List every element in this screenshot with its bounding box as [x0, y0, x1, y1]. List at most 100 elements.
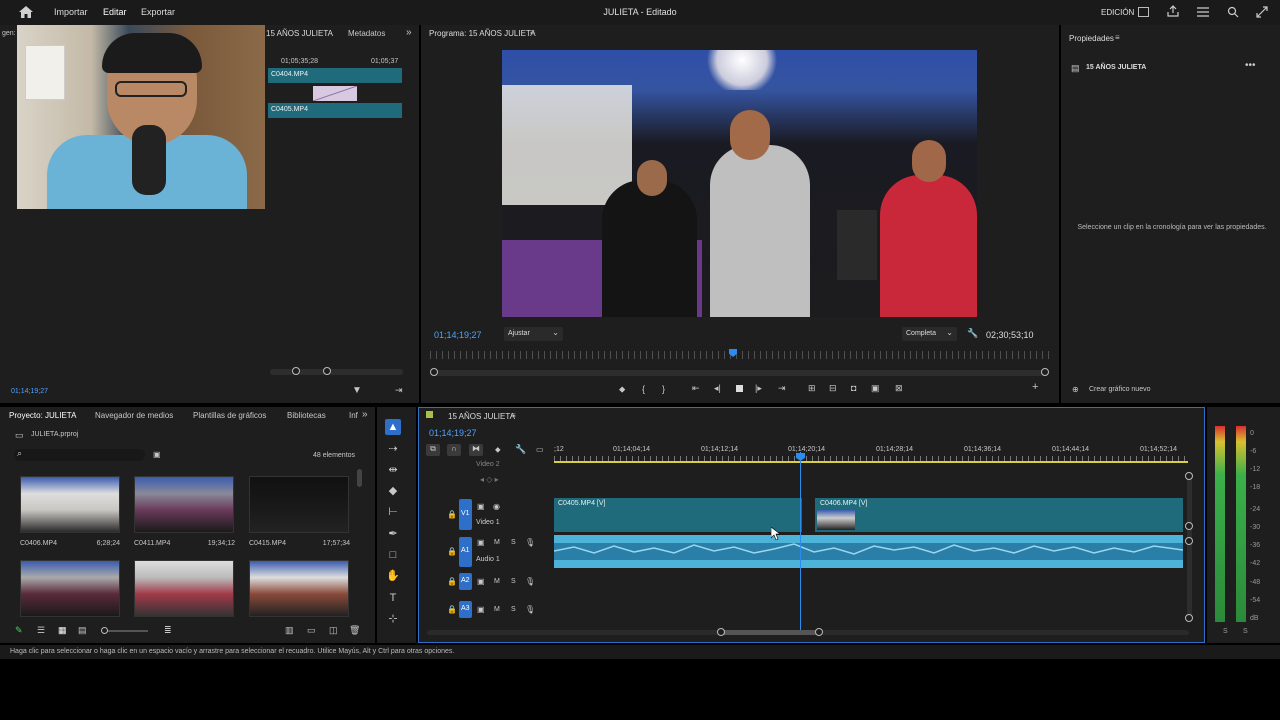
track-scrollbar[interactable] — [1185, 472, 1193, 622]
sync-icon[interactable]: ▣ — [477, 605, 485, 614]
solo-button[interactable]: S — [511, 539, 516, 546]
properties-menu-icon[interactable]: ≡ — [1115, 33, 1120, 42]
step-back-icon[interactable]: ◂| — [714, 383, 721, 394]
mute-button[interactable]: M — [494, 606, 500, 613]
icon-view-icon[interactable]: ▦ — [58, 625, 67, 636]
menu-editar[interactable]: Editar — [103, 7, 127, 17]
src-zoom-bar[interactable] — [270, 367, 403, 375]
timeline-menu-icon[interactable]: ≡ — [511, 411, 516, 420]
go-to-out-icon[interactable]: ⇥ — [778, 383, 786, 394]
mute-button[interactable]: M — [494, 539, 500, 546]
slip-tool-icon[interactable]: ⊢ — [385, 504, 401, 520]
tab-templates[interactable]: Plantillas de gráficos — [193, 411, 266, 420]
tab-libraries[interactable]: Bibliotecas — [287, 411, 326, 420]
share-icon[interactable] — [1167, 5, 1179, 17]
filter-icon[interactable]: ▼ — [352, 385, 362, 396]
mark-in-icon[interactable]: { — [642, 384, 645, 394]
sync-icon[interactable]: ▣ — [477, 577, 485, 586]
sync-icon[interactable]: ▣ — [477, 538, 485, 547]
new-bin-icon[interactable]: ▭ — [307, 625, 316, 636]
track-select-tool-icon[interactable]: ⇢ — [385, 441, 401, 457]
camera-icon[interactable]: ◘ — [851, 383, 856, 393]
stop-icon[interactable] — [736, 385, 743, 392]
program-ruler[interactable] — [430, 351, 1050, 359]
automate-icon[interactable]: ▥ — [285, 625, 294, 636]
lock-icon[interactable]: 🔒 — [447, 510, 457, 519]
src-clip-2[interactable]: C0405.MP4 — [268, 103, 402, 118]
list-view-icon[interactable]: ☰ — [37, 625, 45, 636]
more-icon[interactable]: ••• — [1245, 60, 1256, 71]
settings-wrench-icon[interactable]: 🔧 — [515, 444, 526, 455]
work-area-bar[interactable] — [554, 461, 1188, 463]
thumb-size-slider[interactable] — [101, 627, 148, 634]
clip-v1-b[interactable]: C0406.MP4 [V] — [815, 498, 1183, 532]
panel-icon[interactable] — [1138, 7, 1149, 17]
src-clip-1[interactable]: C0404.MP4 — [268, 68, 402, 83]
caption-tool-icon[interactable]: ⊹ — [385, 611, 401, 627]
track-v1-target[interactable]: V1 — [459, 499, 472, 530]
solo-button[interactable]: S — [511, 578, 516, 585]
eye-icon[interactable]: ◉ — [493, 502, 500, 511]
export-icon[interactable]: ⇥ — [395, 385, 403, 396]
type-tool-icon[interactable]: T — [385, 590, 401, 606]
add-marker-icon[interactable]: ⬥ — [495, 445, 501, 455]
mic-icon[interactable]: 🎙 — [525, 577, 535, 586]
audio-clip-a1[interactable] — [554, 535, 1183, 568]
timeline-zoom-bar[interactable] — [427, 628, 1189, 636]
quality-dropdown[interactable]: Completa ⌄ — [902, 327, 957, 341]
mic-icon[interactable]: 🎙 — [525, 605, 535, 614]
thumb-c0411[interactable] — [134, 476, 234, 533]
vr-icon[interactable]: ⊠ — [895, 383, 903, 394]
thumb-row2-3[interactable] — [249, 560, 349, 617]
linked-button[interactable]: ⧓ — [469, 444, 483, 456]
menu-importar[interactable]: Importar — [54, 7, 88, 17]
marker-icon[interactable]: ⬥ — [619, 384, 625, 395]
thumb-row2-2[interactable] — [134, 560, 234, 617]
lift-icon[interactable]: ⊞ — [808, 383, 816, 394]
track-a3-target[interactable]: A3 — [459, 601, 472, 618]
mark-out-icon[interactable]: } — [662, 384, 665, 394]
compare-icon[interactable]: ▣ — [871, 383, 880, 394]
extract-icon[interactable]: ⊟ — [829, 383, 837, 394]
film-icon[interactable]: ▣ — [477, 502, 485, 511]
tab-info[interactable]: Inf — [349, 411, 358, 420]
more-tabs-icon[interactable]: » — [406, 27, 412, 38]
src-transition[interactable] — [312, 85, 358, 102]
razor-tool-icon[interactable]: ◆ — [385, 483, 401, 499]
lock-icon[interactable]: 🔒 — [447, 577, 457, 586]
menu-icon[interactable] — [1197, 7, 1209, 17]
search-input[interactable]: ⌕ — [14, 448, 145, 461]
search-icon[interactable] — [1227, 6, 1239, 18]
new-item-icon[interactable]: ◫ — [329, 625, 338, 636]
clip-v1-a[interactable]: C0405.MP4 [V] — [554, 498, 802, 532]
mic-icon[interactable]: 🎙 — [525, 538, 535, 547]
solo-button[interactable]: S — [511, 606, 516, 613]
track-a1-target[interactable]: A1 — [459, 537, 472, 567]
tab-media-browser[interactable]: Navegador de medios — [95, 411, 173, 420]
sort-icon[interactable]: ≣ — [164, 625, 172, 636]
program-menu-icon[interactable]: ≡ — [530, 28, 535, 37]
menu-exportar[interactable]: Exportar — [141, 7, 175, 17]
freeform-view-icon[interactable]: ▤ — [78, 625, 87, 636]
track-a2-target[interactable]: A2 — [459, 573, 472, 590]
hand-tool-icon[interactable]: ✋ — [385, 568, 401, 584]
add-button-icon[interactable]: + — [1032, 381, 1038, 393]
mute-button[interactable]: M — [494, 578, 500, 585]
project-scrollbar[interactable] — [357, 469, 362, 487]
nest-button[interactable]: ⧉ — [426, 444, 440, 456]
more-tabs-icon[interactable]: » — [362, 409, 368, 420]
program-zoom-bar[interactable] — [430, 368, 1049, 376]
solo-left-button[interactable]: S — [1223, 628, 1228, 635]
go-to-in-icon[interactable]: ⇤ — [692, 383, 700, 394]
lock-icon[interactable]: 🔒 — [447, 547, 457, 556]
tab-metadatos[interactable]: Metadatos — [348, 29, 385, 38]
fit-dropdown[interactable]: Ajustar ⌄ — [504, 327, 563, 341]
solo-right-button[interactable]: S — [1243, 628, 1248, 635]
tab-project[interactable]: Proyecto: JULIETA — [9, 411, 76, 420]
workspace-label[interactable]: EDICIÓN — [1101, 8, 1134, 17]
tab-sequence[interactable]: 15 AÑOS JULIETA — [266, 29, 333, 38]
selection-tool-icon[interactable]: ▲ — [385, 419, 401, 435]
trash-icon[interactable]: 🗑 — [349, 625, 360, 636]
step-forward-icon[interactable]: |▸ — [755, 383, 762, 394]
ripple-tool-icon[interactable]: ⇹ — [385, 462, 401, 478]
